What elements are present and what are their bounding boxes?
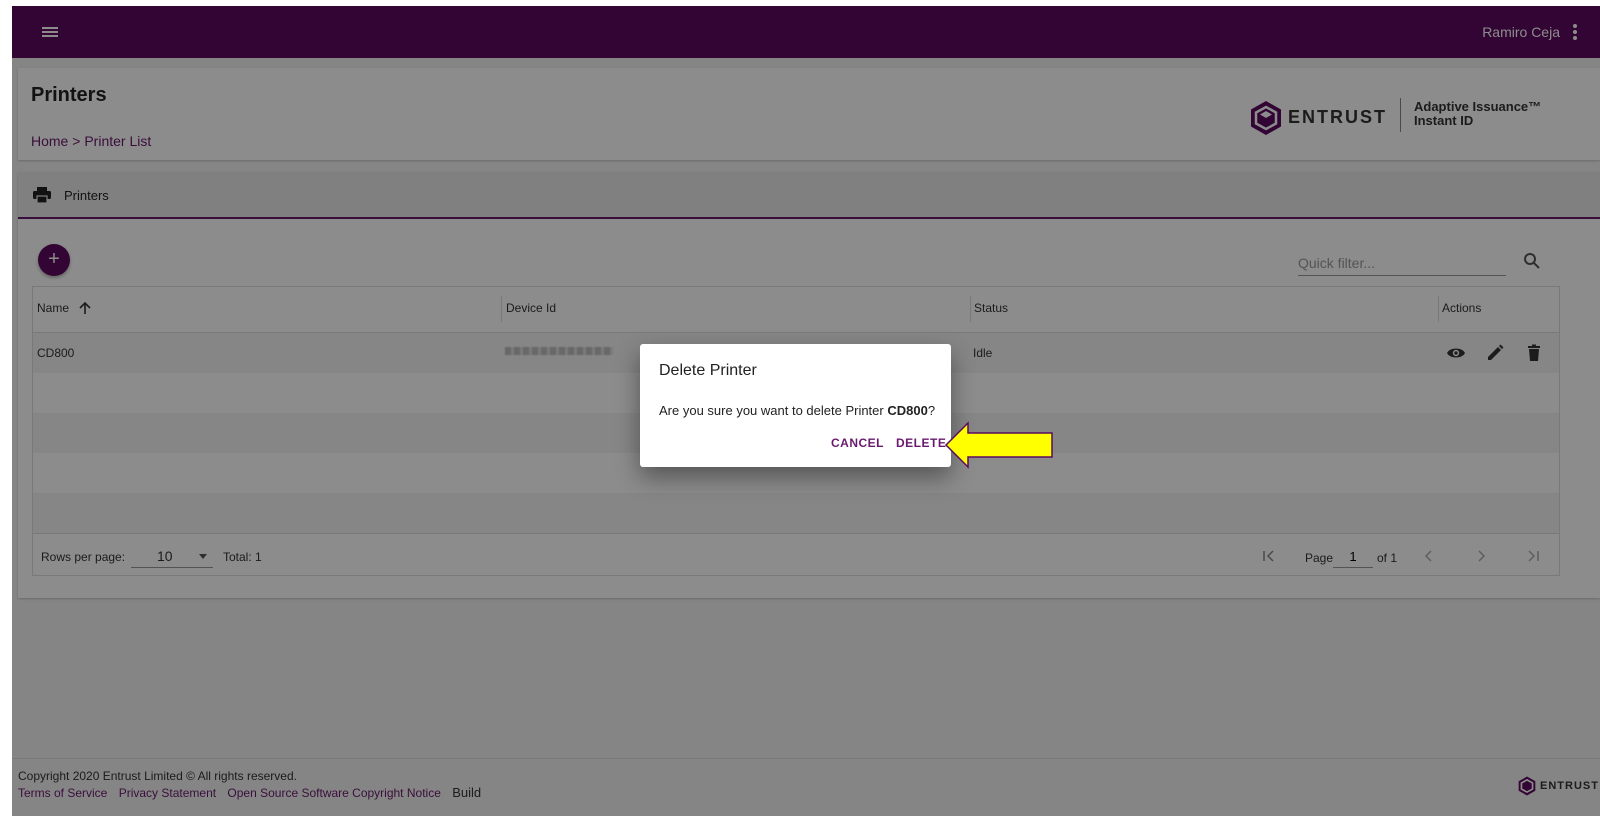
delete-printer-dialog: Delete Printer Are you sure you want to … (640, 344, 951, 467)
dialog-title: Delete Printer (659, 362, 757, 379)
delete-button[interactable]: DELETE (896, 436, 946, 450)
dialog-message-prefix: Are you sure you want to delete Printer (659, 403, 888, 418)
dialog-message-suffix: ? (927, 403, 936, 418)
cancel-button[interactable]: CANCEL (831, 436, 884, 450)
dialog-message: Are you sure you want to delete Printer … (659, 403, 935, 418)
dialog-printer-name: CD800 (887, 403, 928, 418)
annotation-arrow-icon (944, 421, 1053, 469)
